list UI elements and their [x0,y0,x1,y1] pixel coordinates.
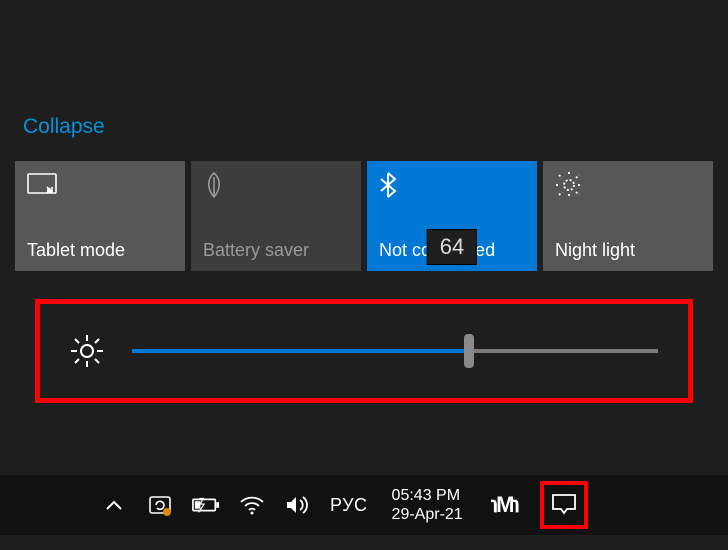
quick-action-tiles: Tablet mode Battery saver Not connected … [15,161,713,271]
brightness-slider-thumb[interactable] [464,334,474,368]
action-center-panel: Collapse Tablet mode Battery saver [15,115,713,403]
tile-label: Night light [555,240,701,261]
taskbar-clock[interactable]: 05:43 PM 29-Apr-21 [392,486,463,524]
language-indicator[interactable]: РУС [330,495,368,516]
brightness-icon [70,334,104,368]
app-logo-icon[interactable]: ℩M℩ [491,492,518,518]
clock-time: 05:43 PM [392,486,463,505]
wifi-icon[interactable] [238,491,266,519]
tablet-mode-icon [27,171,173,199]
sync-icon[interactable] [146,491,174,519]
battery-icon[interactable] [192,491,220,519]
action-center-button[interactable] [540,481,588,529]
taskbar: РУС 05:43 PM 29-Apr-21 ℩M℩ [0,475,728,535]
clock-date: 29-Apr-21 [392,505,463,524]
bluetooth-icon [379,171,525,199]
collapse-link[interactable]: Collapse [23,115,105,139]
brightness-slider[interactable] [132,349,658,353]
leaf-icon [203,171,349,199]
tile-night-light[interactable]: Night light [543,161,713,271]
night-light-icon [555,171,701,199]
tile-bluetooth[interactable]: Not connected 64 [367,161,537,271]
brightness-tooltip: 64 [427,229,477,265]
brightness-slider-fill [132,349,469,353]
tile-battery-saver[interactable]: Battery saver [191,161,361,271]
tile-label: Tablet mode [27,240,173,261]
tile-label: Battery saver [203,240,349,261]
tile-tablet-mode[interactable]: Tablet mode [15,161,185,271]
volume-icon[interactable] [284,491,312,519]
brightness-slider-highlight [35,299,693,403]
tray-overflow-chevron-icon[interactable] [100,491,128,519]
